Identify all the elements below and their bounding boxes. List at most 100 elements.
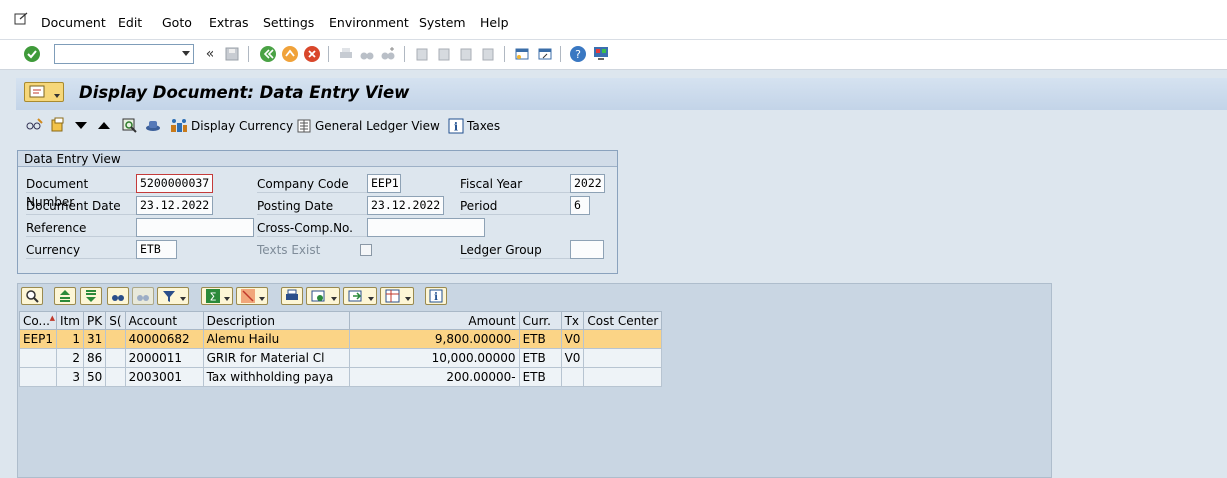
hat-button[interactable] bbox=[143, 115, 163, 135]
column-header-item[interactable]: Itm bbox=[56, 311, 84, 330]
column-header-label: Co... bbox=[23, 313, 50, 328]
next-item-button[interactable] bbox=[71, 115, 91, 135]
subtotal-button[interactable] bbox=[236, 287, 268, 305]
currency-icon bbox=[171, 119, 187, 132]
cell-tax-code: V0 bbox=[560, 329, 585, 349]
document-date-field[interactable]: 23.12.2022 bbox=[136, 196, 213, 215]
select-button[interactable] bbox=[120, 115, 140, 135]
column-header-amount[interactable]: Amount bbox=[348, 311, 520, 330]
cross-comp-field[interactable] bbox=[367, 218, 485, 237]
menu-system[interactable]: System bbox=[419, 15, 466, 30]
table-row[interactable]: 2 86 2000011 GRIR for Material Cl 10,000… bbox=[18, 348, 663, 368]
sort-ascending-button[interactable] bbox=[54, 287, 76, 305]
table-row[interactable]: 3 50 2003001 Tax withholding paya 200.00… bbox=[18, 367, 663, 387]
print-preview-button[interactable] bbox=[281, 287, 303, 305]
column-header-description[interactable]: Description bbox=[202, 311, 350, 330]
find-next-button[interactable] bbox=[378, 44, 398, 64]
column-header-currency[interactable]: Curr. bbox=[518, 311, 562, 330]
display-currency-button[interactable]: Display Currency bbox=[170, 118, 293, 134]
column-header-tax-code[interactable]: Tx bbox=[560, 311, 585, 330]
title-bar: Display Document: Data Entry View bbox=[16, 78, 1227, 110]
cell-account: 2003001 bbox=[124, 367, 204, 387]
next-page-icon bbox=[460, 48, 472, 61]
reference-field[interactable] bbox=[136, 218, 254, 237]
cancel-button[interactable] bbox=[302, 44, 322, 64]
svg-text:?: ? bbox=[575, 48, 581, 61]
views-button[interactable] bbox=[306, 287, 340, 305]
menu-environment[interactable]: Environment bbox=[329, 15, 409, 30]
total-button[interactable]: Σ bbox=[201, 287, 233, 305]
menu-bar: Document Edit Goto Extras Settings Envir… bbox=[0, 0, 1227, 40]
menu-extras[interactable]: Extras bbox=[209, 15, 249, 30]
grid-details-button[interactable] bbox=[21, 287, 43, 305]
previous-item-button[interactable] bbox=[94, 115, 114, 135]
enter-button[interactable] bbox=[22, 44, 42, 64]
back-button[interactable] bbox=[258, 44, 278, 64]
column-header-account[interactable]: Account bbox=[124, 311, 204, 330]
cell-company-code bbox=[18, 367, 58, 387]
taxes-button[interactable]: i Taxes bbox=[448, 118, 500, 134]
texts-exist-label: Texts Exist bbox=[257, 243, 321, 257]
other-document-button[interactable] bbox=[48, 115, 68, 135]
export-icon bbox=[348, 290, 362, 302]
column-header-cost-center[interactable]: Cost Center bbox=[583, 311, 663, 330]
company-code-field[interactable]: EEP1 bbox=[367, 174, 401, 193]
cell-tax-code: V0 bbox=[560, 348, 585, 368]
command-field[interactable] bbox=[54, 44, 194, 64]
column-header-posting-key[interactable]: PK bbox=[82, 311, 107, 330]
sort-descending-button[interactable] bbox=[80, 287, 102, 305]
menu-edit[interactable]: Edit bbox=[118, 15, 142, 30]
posting-date-field[interactable]: 23.12.2022 bbox=[367, 196, 444, 215]
column-header-special-gl[interactable]: S( bbox=[105, 311, 126, 330]
currency-field[interactable]: ETB bbox=[136, 240, 177, 259]
display-change-button[interactable] bbox=[24, 115, 44, 135]
back-icon bbox=[260, 46, 276, 62]
glasses-pencil-icon bbox=[26, 118, 43, 130]
menu-goto[interactable]: Goto bbox=[162, 15, 192, 30]
find-next-button[interactable] bbox=[132, 287, 154, 305]
find-button[interactable] bbox=[357, 44, 377, 64]
system-menu-icon[interactable] bbox=[14, 12, 28, 26]
save-button[interactable] bbox=[222, 44, 242, 64]
cell-company-code bbox=[18, 348, 58, 368]
help-icon: ? bbox=[570, 46, 586, 62]
column-header-company-code[interactable]: Co... ▲ bbox=[18, 311, 58, 330]
help-button[interactable]: ? bbox=[568, 44, 588, 64]
shortcut-button[interactable] bbox=[535, 44, 555, 64]
screen-menu-button[interactable] bbox=[24, 82, 64, 102]
triangle-up-icon bbox=[98, 121, 110, 129]
cell-posting-key: 50 bbox=[82, 367, 107, 387]
ledger-group-field[interactable] bbox=[570, 240, 604, 259]
cancel-icon bbox=[304, 46, 320, 62]
print-button[interactable] bbox=[336, 44, 356, 64]
exit-button[interactable] bbox=[280, 44, 300, 64]
cell-special-gl bbox=[105, 367, 126, 387]
menu-document[interactable]: Document bbox=[41, 15, 106, 30]
layout-menu-button[interactable] bbox=[591, 44, 611, 64]
export-button[interactable] bbox=[343, 287, 377, 305]
next-page-button[interactable] bbox=[456, 44, 476, 64]
document-number-field[interactable]: 5200000037 bbox=[136, 174, 213, 193]
texts-exist-checkbox[interactable] bbox=[360, 244, 372, 256]
filter-button[interactable] bbox=[157, 287, 189, 305]
first-page-button[interactable] bbox=[412, 44, 432, 64]
binoculars-plus-icon bbox=[381, 47, 395, 60]
create-session-button[interactable] bbox=[512, 44, 532, 64]
layout-button[interactable] bbox=[380, 287, 414, 305]
monitor-icon bbox=[594, 47, 608, 60]
period-field[interactable]: 6 bbox=[570, 196, 590, 215]
menu-help[interactable]: Help bbox=[480, 15, 509, 30]
table-row[interactable]: EEP1 1 31 40000682 Alemu Hailu 9,800.000… bbox=[18, 329, 663, 349]
information-button[interactable]: i bbox=[425, 287, 447, 305]
find-button[interactable] bbox=[107, 287, 129, 305]
collapse-command-button[interactable]: « bbox=[200, 44, 220, 64]
fiscal-year-field[interactable]: 2022 bbox=[570, 174, 605, 193]
last-page-button[interactable] bbox=[478, 44, 498, 64]
menu-settings[interactable]: Settings bbox=[263, 15, 314, 30]
chevron-down-icon[interactable] bbox=[182, 51, 190, 56]
previous-page-button[interactable] bbox=[434, 44, 454, 64]
cell-item: 2 bbox=[56, 348, 84, 368]
general-ledger-view-button[interactable]: General Ledger View bbox=[296, 118, 440, 134]
posting-date-label: Posting Date bbox=[257, 197, 369, 215]
svg-text:i: i bbox=[454, 121, 458, 134]
